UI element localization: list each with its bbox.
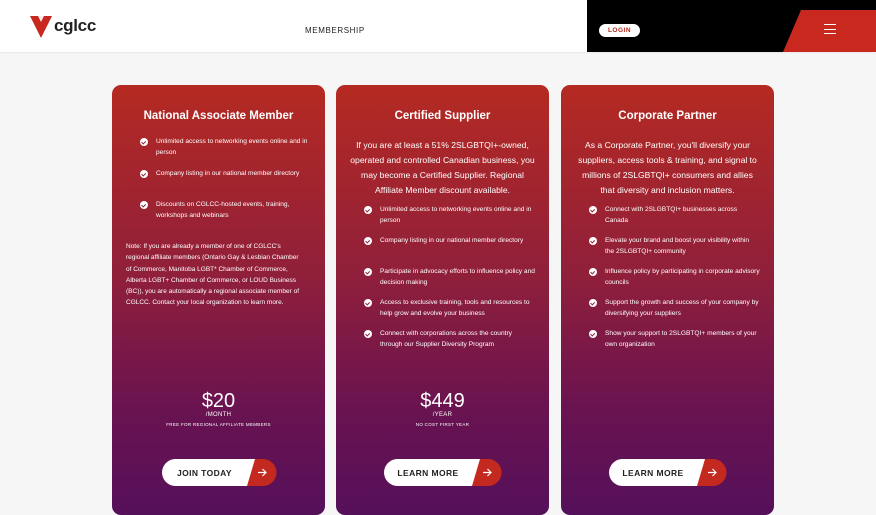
- affiliate-note: Note: If you are already a member of one…: [126, 243, 300, 307]
- price-note: NO COST FIRST YEAR: [415, 422, 470, 427]
- feature-text: Elevate your brand and boost your visibi…: [605, 237, 750, 255]
- check-circle-icon: [364, 330, 372, 338]
- card-corporate-partner: Corporate Partner As a Corporate Partner…: [561, 85, 774, 515]
- feature-item: Elevate your brand and boost your visibi…: [589, 236, 760, 257]
- card-title: National Associate Member: [143, 110, 294, 122]
- feature-item: Company listing in our national member d…: [140, 169, 311, 180]
- check-circle-icon: [589, 206, 597, 214]
- card-title: Certified Supplier: [394, 110, 491, 122]
- cta-label: LEARN MORE: [384, 459, 472, 486]
- feature-item: Access to exclusive training, tools and …: [364, 298, 535, 319]
- feature-item: Company listing in our national member d…: [364, 236, 535, 247]
- check-circle-icon: [140, 170, 148, 178]
- feature-item: Influence policy by participating in cor…: [589, 267, 760, 288]
- arrow-right-icon: [247, 459, 277, 486]
- cglcc-logo[interactable]: cglcc: [30, 14, 96, 38]
- price: $449: [420, 390, 465, 412]
- price-note: FREE FOR REGIONAL AFFILIATE MEMBERS: [166, 422, 271, 427]
- logo-text: cglcc: [54, 16, 96, 35]
- maple-flag-logo-icon: [30, 16, 52, 38]
- feature-item: Show your support to 2SLGBTQI+ members o…: [589, 329, 760, 350]
- feature-item: Unlimited access to networking events on…: [140, 137, 311, 158]
- feature-item: Connect with 2SLGBTQI+ businesses across…: [589, 205, 760, 226]
- feature-text: Influence policy by participating in cor…: [605, 268, 760, 286]
- card-title: Corporate Partner: [618, 110, 717, 122]
- check-circle-icon: [140, 138, 148, 146]
- price-period: /MONTH: [205, 412, 232, 418]
- arrow-right-icon: [472, 459, 502, 486]
- check-circle-icon: [364, 299, 372, 307]
- check-circle-icon: [140, 201, 148, 209]
- check-circle-icon: [589, 237, 597, 245]
- check-circle-icon: [589, 299, 597, 307]
- feature-item: Support the growth and success of your c…: [589, 298, 760, 319]
- check-circle-icon: [364, 237, 372, 245]
- feature-text: Unlimited access to networking events on…: [380, 206, 532, 224]
- price-period: /YEAR: [432, 412, 453, 418]
- cta-label: LEARN MORE: [609, 459, 697, 486]
- feature-item: Connect with corporations across the cou…: [364, 329, 535, 350]
- join-today-button[interactable]: JOIN TODAY: [162, 459, 277, 486]
- nav-membership-link[interactable]: MEMBERSHIP: [305, 26, 365, 35]
- site-header: cglcc MEMBERSHIP LOGIN: [0, 0, 876, 52]
- feature-text: Company listing in our national member d…: [156, 170, 300, 177]
- feature-text: Connect with 2SLGBTQI+ businesses across…: [605, 206, 738, 224]
- feature-text: Discounts on CGLCC-hosted events, traini…: [156, 201, 290, 219]
- feature-text: Show your support to 2SLGBTQI+ members o…: [605, 330, 757, 348]
- check-circle-icon: [589, 268, 597, 276]
- cta-label: JOIN TODAY: [162, 459, 247, 486]
- feature-text: Connect with corporations across the cou…: [380, 330, 512, 348]
- feature-text: Access to exclusive training, tools and …: [380, 299, 530, 317]
- arrow-right-icon: [697, 459, 727, 486]
- feature-text: Company listing in our national member d…: [380, 237, 524, 244]
- feature-text: Participate in advocacy efforts to influ…: [380, 268, 535, 286]
- feature-item: Unlimited access to networking events on…: [364, 205, 535, 226]
- check-circle-icon: [364, 268, 372, 276]
- feature-text: Support the growth and success of your c…: [605, 299, 759, 317]
- learn-more-button[interactable]: LEARN MORE: [384, 459, 502, 486]
- feature-text: Unlimited access to networking events on…: [156, 138, 308, 156]
- check-circle-icon: [589, 330, 597, 338]
- card-intro: If you are at least a 51% 2SLGBTQI+-owne…: [350, 140, 535, 195]
- card-certified-supplier: Certified Supplier If you are at least a…: [336, 85, 549, 515]
- price: $20: [201, 390, 236, 412]
- check-circle-icon: [364, 206, 372, 214]
- feature-item: Discounts on CGLCC-hosted events, traini…: [140, 200, 311, 221]
- card-national-associate: National Associate Member Unlimited acce…: [112, 85, 325, 515]
- learn-more-button[interactable]: LEARN MORE: [609, 459, 727, 486]
- feature-item: Participate in advocacy efforts to influ…: [364, 267, 535, 288]
- login-button[interactable]: LOGIN: [599, 24, 640, 37]
- hamburger-menu-icon[interactable]: [824, 24, 836, 34]
- card-intro: As a Corporate Partner, you'll diversify…: [578, 140, 757, 195]
